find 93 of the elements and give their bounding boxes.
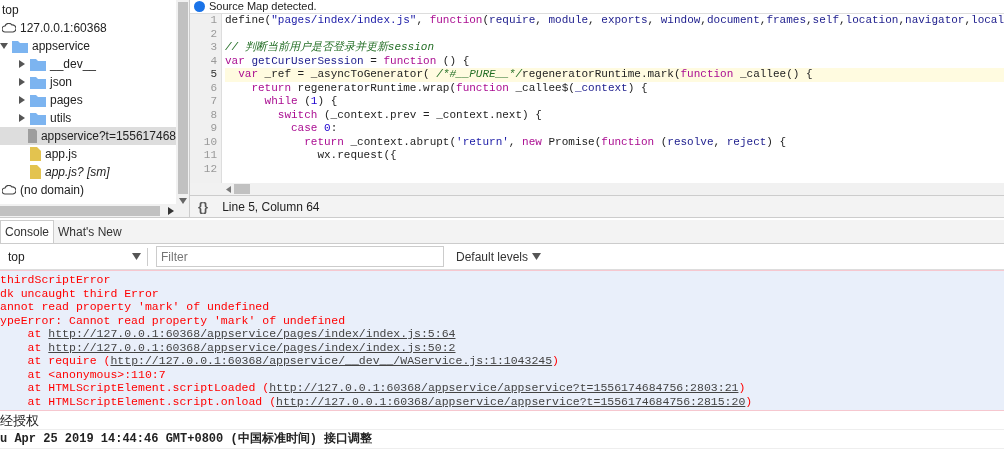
- scroll-right-icon[interactable]: [168, 206, 174, 215]
- stack-link[interactable]: http://127.0.0.1:60368/appservice/__dev__/WAService.js:1:1043245: [110, 354, 553, 367]
- caret-icon: [132, 253, 141, 260]
- expand-icon[interactable]: [18, 59, 26, 69]
- folder-item[interactable]: __dev__: [0, 55, 176, 73]
- folder-name: appservice: [32, 38, 91, 55]
- line-number: 7: [209, 95, 218, 109]
- line-number: 2: [209, 27, 218, 41]
- error-text: at HTMLScriptElement.script.onload (: [26, 394, 277, 408]
- console-tab[interactable]: What's New: [54, 220, 126, 243]
- folder-item[interactable]: appservice: [0, 37, 176, 55]
- line-number: 9: [209, 122, 218, 136]
- line-number: 3: [209, 41, 218, 55]
- stack-link[interactable]: http://127.0.0.1:60368/appservice/appservice?t=1556174684756:2815:20: [276, 394, 746, 408]
- file-item[interactable]: app.js? [sm]: [0, 163, 176, 181]
- code-line: switch (_context.prev = _context.next) {: [276, 108, 543, 122]
- context-label: top: [8, 248, 25, 266]
- code-line: var getCurUserSession = function () {: [225, 54, 471, 68]
- tree-item[interactable]: top: [0, 1, 176, 19]
- line-number: 12: [202, 162, 218, 176]
- expand-icon[interactable]: [18, 95, 26, 105]
- scrollbar-thumb[interactable]: [234, 184, 250, 194]
- folder-name: __dev__: [50, 56, 97, 73]
- info-icon: [194, 1, 205, 12]
- folder-item[interactable]: pages: [0, 91, 176, 109]
- console-tab[interactable]: Console: [0, 220, 55, 243]
- error-text: ypeError: Cannot read property 'mark' of undefined: [0, 313, 346, 327]
- file-name: appservice?t=155617468: [40, 128, 176, 145]
- error-text: at HTMLScriptElement.scriptLoaded (: [26, 381, 270, 394]
- error-text: thirdScriptError: [0, 273, 111, 286]
- line-number: 4: [209, 54, 218, 68]
- file-name: app.js? [sm]: [45, 164, 110, 181]
- format-button[interactable]: {}: [198, 196, 209, 217]
- folder-name: utils: [50, 110, 72, 127]
- context-selector[interactable]: top: [8, 247, 148, 266]
- error-text: ): [738, 381, 746, 394]
- stack-link[interactable]: http://127.0.0.1:60368/appservice/pages/index/index.js:50:2: [48, 340, 456, 354]
- stack-link[interactable]: http://127.0.0.1:60368/appservice/pages/index/index.js:5:64: [48, 327, 456, 340]
- frame-name: top: [2, 2, 19, 19]
- file-item[interactable]: appservice?t=155617468: [0, 127, 176, 145]
- scrollbar-thumb[interactable]: [0, 205, 160, 216]
- code-line: define("pages/index/index.js", function(require, module, exports, window,document,frames,self,location,navigator,local: [225, 14, 1004, 28]
- code-line: while (1) {: [263, 95, 339, 109]
- caret-icon: [532, 253, 542, 260]
- collapse-icon[interactable]: [0, 41, 8, 51]
- info-text: Source Map detected.: [209, 0, 317, 15]
- filter-field[interactable]: Filter: [156, 246, 444, 267]
- error-text: at require (: [26, 354, 111, 367]
- expand-icon[interactable]: [18, 113, 26, 123]
- domain-name: (no domain): [20, 182, 85, 199]
- domain-name: 127.0.0.1:60368: [20, 20, 107, 37]
- folder-icon: [30, 111, 46, 125]
- code-line: case 0:: [290, 122, 339, 136]
- code-line: return regeneratorRuntime.wrap(function _callee$(_context) {: [250, 81, 649, 95]
- levels-dropdown[interactable]: Default levels: [452, 247, 542, 266]
- scrollbar-thumb[interactable]: [177, 2, 188, 194]
- code-line: return _context.abrupt('return', new Promise(function (resolve, reject) {: [303, 135, 788, 149]
- levels-label: Default levels: [456, 248, 529, 266]
- cloud-icon: [2, 23, 16, 33]
- scroll-left-icon[interactable]: [226, 185, 231, 193]
- expand-icon[interactable]: [18, 77, 26, 87]
- error-text: ): [552, 354, 559, 367]
- error-text: at: [26, 340, 43, 354]
- folder-icon: [12, 39, 28, 53]
- log-message: 经授权: [0, 411, 1004, 430]
- tree-item[interactable]: 127.0.0.1:60368: [0, 19, 176, 37]
- line-number: 8: [209, 108, 218, 122]
- error-text: ): [745, 394, 753, 408]
- folder-name: json: [50, 74, 72, 91]
- line-number: 10: [202, 135, 218, 149]
- tree-item[interactable]: (no domain): [0, 181, 176, 199]
- stack-link[interactable]: http://127.0.0.1:60368/appservice/appservice?t=1556174684756:2803:21: [269, 381, 739, 394]
- line-number: 1: [209, 14, 218, 28]
- error-text: annot read property 'mark' of undefined: [0, 300, 270, 313]
- cursor-position: Line 5, Column 64: [222, 198, 320, 216]
- error-text: dk uncaught third Error: [0, 286, 159, 300]
- folder-item[interactable]: json: [0, 73, 176, 91]
- folder-icon: [30, 75, 46, 89]
- file-item[interactable]: app.js: [0, 145, 176, 163]
- folder-icon: [30, 57, 46, 71]
- line-number: 5: [209, 68, 218, 82]
- folder-name: pages: [50, 92, 83, 109]
- file-name: app.js: [45, 146, 78, 163]
- code-line: wx.request({: [316, 149, 398, 163]
- line-number: 6: [209, 81, 218, 95]
- error-text: at <anonymous>:110:7: [26, 367, 166, 381]
- error-text: at: [26, 327, 43, 340]
- line-number: 11: [202, 149, 218, 163]
- log-message: u Apr 25 2019 14:44:46 GMT+0800 (中国标准时间) 接口调整: [0, 430, 1004, 449]
- cloud-icon: [2, 185, 16, 195]
- folder-item[interactable]: utils: [0, 109, 176, 127]
- folder-icon: [30, 93, 46, 107]
- code-line: // 判断当前用户是否登录并更新session: [225, 41, 435, 55]
